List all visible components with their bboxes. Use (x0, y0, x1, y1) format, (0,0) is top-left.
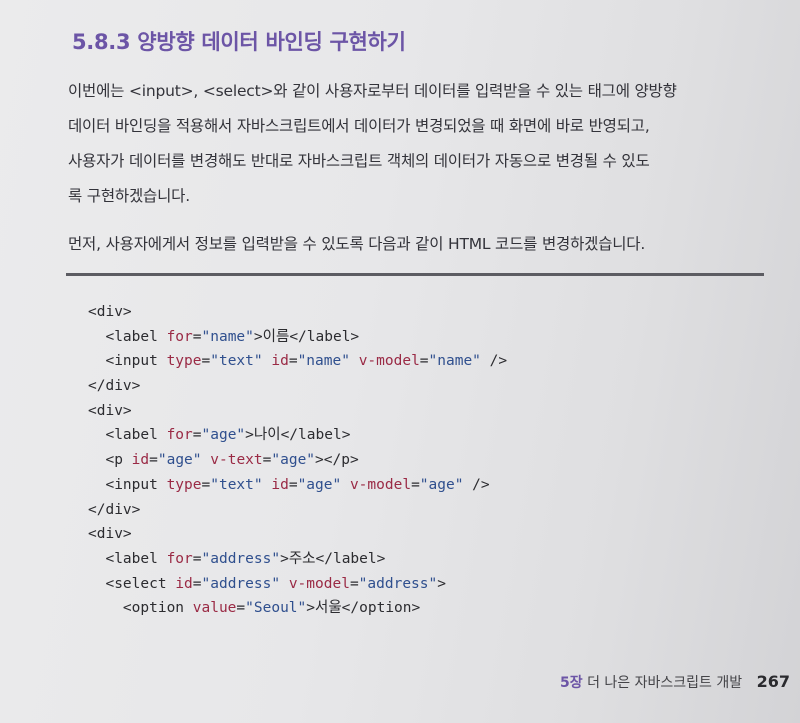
code-token: >나이</label> (245, 427, 351, 444)
code-token: = (288, 476, 298, 493)
code-attribute: value (192, 600, 237, 617)
code-token: >주소</label> (280, 550, 386, 567)
code-block-divider (66, 273, 764, 276)
code-attribute: for (166, 328, 193, 345)
code-attribute: v-model (349, 476, 412, 493)
code-line: <input type="text" id="name" v-model="na… (88, 349, 507, 374)
code-string: "name" (297, 353, 350, 370)
code-token: <div> (88, 402, 132, 419)
code-attribute: id (175, 575, 193, 592)
code-line: <label for="age">나이</label> (88, 423, 507, 448)
code-string: "address" (358, 575, 438, 592)
code-token: = (349, 575, 359, 592)
code-token: = (236, 600, 246, 617)
code-line: <div> (88, 300, 507, 325)
code-token: >서울</option> (306, 600, 421, 617)
code-line: <div> (88, 522, 507, 547)
paragraph-line: 데이터 바인딩을 적용해서 자바스크립트에서 데이터가 변경되었을 때 화면에 … (68, 117, 650, 135)
code-token: <select (88, 575, 176, 592)
code-line: <input type="text" id="age" v-model="age… (88, 473, 507, 498)
paragraph-line: 사용자가 데이터를 변경해도 반대로 자바스크립트 객체의 데이터가 자동으로 … (68, 152, 650, 170)
paragraph-line: 이번에는 <input>, <select>와 같이 사용자로부터 데이터를 입… (68, 82, 677, 100)
code-token: = (149, 452, 158, 469)
code-string: "age" (419, 476, 464, 493)
code-token: <div> (88, 526, 132, 543)
code-token: <label (88, 550, 167, 567)
code-string: "age" (201, 427, 246, 444)
code-string: "address" (201, 550, 281, 567)
intro-paragraph: 이번에는 <input>, <select>와 같이 사용자로부터 데이터를 입… (68, 74, 768, 214)
code-token: = (288, 353, 298, 370)
code-attribute: v-model (288, 575, 350, 592)
chapter-number: 5장 (560, 675, 583, 691)
paragraph-line: 록 구현하겠습니다. (68, 187, 190, 205)
code-token: > (437, 575, 446, 592)
code-token: /> (480, 353, 508, 370)
code-string: "name" (428, 353, 481, 370)
page-footer: 5장 더 나은 자바스크립트 개발 267 (560, 672, 790, 692)
code-token: </div> (88, 378, 141, 395)
code-line: <label for="name">이름</label> (88, 325, 507, 350)
code-attribute: type (166, 353, 202, 370)
code-token: <label (88, 328, 167, 345)
page-number: 267 (756, 672, 790, 691)
code-string: "name" (201, 328, 254, 345)
code-token: = (411, 476, 420, 493)
code-token: = (192, 427, 202, 444)
code-attribute: v-text (210, 452, 263, 469)
code-attribute: for (166, 550, 193, 567)
code-token: <div> (88, 304, 132, 320)
code-token: = (201, 476, 211, 493)
paragraph-line: 먼저, 사용자에게서 정보를 입력받을 수 있도록 다음과 같이 HTML 코드… (68, 235, 646, 253)
code-string: "age" (271, 452, 316, 469)
code-token: = (192, 328, 202, 345)
code-token: ></p> (315, 452, 359, 469)
code-attribute: type (166, 476, 202, 493)
code-string: "text" (210, 353, 263, 370)
code-string: "address" (201, 575, 281, 592)
code-line: <option value="Seoul">서울</option> (88, 596, 507, 621)
code-token: <label (88, 427, 167, 444)
code-token: /> (463, 476, 490, 493)
instruction-paragraph: 먼저, 사용자에게서 정보를 입력받을 수 있도록 다음과 같이 HTML 코드… (68, 227, 768, 262)
code-token: <p (88, 452, 132, 469)
chapter-title: 더 나은 자바스크립트 개발 (587, 675, 743, 691)
code-token: </div> (88, 501, 141, 518)
code-token: = (192, 550, 202, 567)
code-attribute: for (166, 427, 193, 444)
code-token: <input (88, 353, 167, 370)
code-attribute: v-model (358, 353, 420, 370)
code-line: <p id="age" v-text="age"></p> (88, 448, 507, 473)
code-token: >이름</label> (253, 328, 360, 345)
code-line: </div> (88, 498, 507, 523)
code-string: "text" (210, 476, 263, 493)
code-token: = (201, 353, 211, 370)
code-string: "Seoul" (245, 600, 307, 617)
code-line: </div> (88, 374, 507, 399)
code-line: <select id="address" v-model="address"> (88, 572, 507, 597)
code-block: <div> <label for="name">이름</label> <inpu… (88, 300, 507, 621)
code-token: = (419, 353, 429, 370)
book-page: 5.8.3 양방향 데이터 바인딩 구현하기 이번에는 <input>, <se… (0, 0, 800, 723)
code-attribute: id (271, 476, 289, 493)
code-attribute: id (271, 353, 289, 370)
code-token: <input (88, 476, 167, 493)
section-heading: 5.8.3 양방향 데이터 바인딩 구현하기 (72, 30, 406, 54)
code-string: "age" (297, 476, 342, 493)
code-token: = (192, 575, 202, 592)
code-attribute: id (131, 452, 150, 469)
code-line: <label for="address">주소</label> (88, 547, 507, 572)
code-line: <div> (88, 399, 507, 424)
code-string: "age" (157, 452, 202, 469)
code-token: <option (88, 600, 193, 617)
